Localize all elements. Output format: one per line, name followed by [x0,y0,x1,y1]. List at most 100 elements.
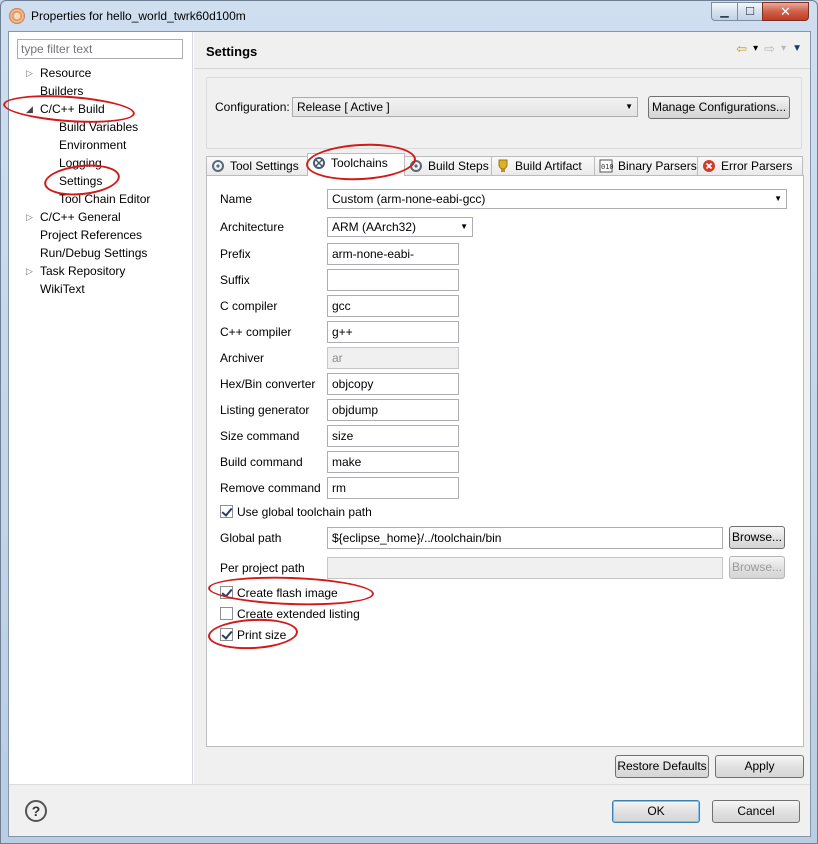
hex-bin-converter-field[interactable]: objcopy [327,373,459,395]
prefix-field[interactable]: arm-none-eabi- [327,243,459,265]
use-global-toolchain-checkbox[interactable]: Use global toolchain path [220,504,372,520]
tab-build-artifact-label: Build Artifact [515,159,582,173]
tree-item-task-repository[interactable]: Task Repository [40,262,125,280]
name-select-value: Custom (arm-none-eabi-gcc) [332,192,486,206]
build-command-field[interactable]: make [327,451,459,473]
restore-defaults-button[interactable]: Restore Defaults [615,755,709,778]
size-command-label: Size command [220,429,300,443]
help-icon[interactable]: ? [25,800,47,822]
suffix-label: Suffix [220,273,250,287]
tab-binary-parsers[interactable]: 010 Binary Parsers [594,156,698,176]
maximize-icon: ☐ [745,6,755,18]
create-extended-listing-label: Create extended listing [237,607,360,621]
filter-input[interactable] [17,39,183,59]
toolchains-icon [313,157,325,169]
tab-tool-settings-label: Tool Settings [230,159,299,173]
remove-command-label: Remove command [220,481,321,495]
tree-item-logging[interactable]: Logging [59,154,102,172]
dialog-client: ▷ Resource Builders ◢ C/C++ Build Build … [2,31,811,837]
per-project-browse-button: Browse... [729,556,785,579]
app-icon [9,8,25,24]
window-title: Properties for hello_world_twrk60d100m [31,9,246,23]
maximize-button[interactable]: ☐ [737,2,763,21]
tab-tool-settings[interactable]: Tool Settings [206,156,308,176]
forward-arrow-icon[interactable]: ⇨ [764,42,775,56]
tab-binary-parsers-label: Binary Parsers [618,159,697,173]
listing-generator-label: Listing generator [220,403,310,417]
back-arrow-icon[interactable]: ⇦ [736,42,747,56]
tree-item-settings[interactable]: Settings [59,172,102,190]
forward-dropdown-icon[interactable]: ▾ [781,42,786,56]
per-project-path-label: Per project path [220,561,305,575]
expand-arrow-icon[interactable]: ▷ [26,208,33,226]
size-command-field[interactable]: size [327,425,459,447]
settings-pane: Settings ⇦ ▾ ⇨ ▾ ▼ Configuration: Releas… [194,32,810,784]
tree-item-build-variables[interactable]: Build Variables [59,118,138,136]
checkbox-checked-icon [220,505,233,518]
global-path-field[interactable]: ${eclipse_home}/../toolchain/bin [327,527,723,549]
expand-arrow-icon[interactable]: ▷ [26,64,33,82]
view-menu-icon[interactable]: ▼ [792,42,802,56]
cpp-compiler-label: C++ compiler [220,325,292,339]
architecture-select[interactable]: ARM (AArch32) ▼ [327,217,473,237]
build-artifact-icon [498,159,508,172]
tree-item-tool-chain-editor[interactable]: Tool Chain Editor [59,190,150,208]
cancel-button[interactable]: Cancel [712,800,800,823]
configuration-label: Configuration: [215,100,290,114]
create-extended-listing-checkbox[interactable]: Create extended listing [220,606,360,622]
back-dropdown-icon[interactable]: ▾ [753,42,758,56]
tab-toolchains[interactable]: Toolchains [307,153,405,176]
dialog-button-bar: ? OK Cancel [9,784,810,836]
c-compiler-field[interactable]: gcc [327,295,459,317]
create-flash-image-checkbox[interactable]: Create flash image [220,585,338,601]
print-size-label: Print size [237,628,287,642]
minimize-button[interactable]: ▁ [711,2,738,21]
name-label: Name [220,192,253,206]
remove-command-field[interactable]: rm [327,477,459,499]
c-compiler-label: C compiler [220,299,278,313]
toolchains-panel: Name Custom (arm-none-eabi-gcc) ▼ Archit… [206,175,804,747]
tab-error-parsers[interactable]: Error Parsers [697,156,803,176]
listing-generator-field[interactable]: objdump [327,399,459,421]
tree-item-cpp-general[interactable]: C/C++ General [40,208,121,226]
print-size-checkbox[interactable]: Print size [220,627,286,643]
divider [194,68,810,69]
tab-strip: Tool Settings Toolchains Build Steps Bui… [206,153,804,176]
tree-item-environment[interactable]: Environment [59,136,126,154]
tree-item-resource[interactable]: Resource [40,64,91,82]
archiver-label: Archiver [220,351,265,365]
tab-build-steps[interactable]: Build Steps [404,156,492,176]
checkbox-unchecked-icon [220,607,233,620]
chevron-down-icon: ▼ [774,194,782,203]
close-button[interactable]: ✕ [762,2,809,21]
tab-build-steps-label: Build Steps [428,159,489,173]
tab-build-artifact[interactable]: Build Artifact [491,156,595,176]
tree-item-builders[interactable]: Builders [40,82,83,100]
build-command-label: Build command [220,455,303,469]
tool-settings-icon [212,160,224,172]
tab-toolchains-label: Toolchains [331,156,388,170]
tree-item-cpp-build[interactable]: C/C++ Build [40,100,105,118]
prefix-label: Prefix [220,247,251,261]
tree-item-project-references[interactable]: Project References [40,226,142,244]
manage-configurations-button[interactable]: Manage Configurations... [648,96,790,119]
tree-item-wikitext[interactable]: WikiText [40,280,85,298]
cpp-compiler-field[interactable]: g++ [327,321,459,343]
svg-text:010: 010 [601,163,613,171]
tree-item-run-debug-settings[interactable]: Run/Debug Settings [40,244,147,262]
ok-button[interactable]: OK [612,800,700,823]
collapse-arrow-icon[interactable]: ◢ [26,100,33,118]
suffix-field[interactable] [327,269,459,291]
architecture-label: Architecture [220,220,285,234]
checkbox-checked-icon [220,586,233,599]
apply-button[interactable]: Apply [715,755,804,778]
global-path-browse-button[interactable]: Browse... [729,526,785,549]
expand-arrow-icon[interactable]: ▷ [26,262,33,280]
configuration-select[interactable]: Release [ Active ] ▼ [292,97,638,117]
properties-window: Properties for hello_world_twrk60d100m ▁… [0,0,818,844]
name-select[interactable]: Custom (arm-none-eabi-gcc) ▼ [327,189,787,209]
history-navigation: ⇦ ▾ ⇨ ▾ ▼ [736,42,802,56]
global-path-label: Global path [220,531,282,545]
archiver-field: ar [327,347,459,369]
chevron-down-icon: ▼ [460,222,468,231]
